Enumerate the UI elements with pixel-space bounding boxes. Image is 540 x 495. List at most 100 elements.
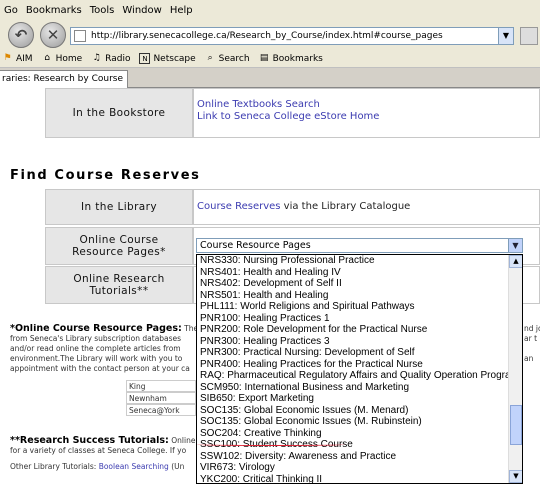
label-line: Online Research bbox=[73, 273, 165, 285]
bookmark-radio[interactable]: ♫ Radio bbox=[91, 53, 131, 64]
bookmark-netscape[interactable]: N Netscape bbox=[139, 53, 196, 64]
close-icon: ✕ bbox=[46, 26, 60, 44]
address-bar[interactable]: http://library.senecacollege.ca/Research… bbox=[70, 27, 514, 45]
bookmark-aim[interactable]: ⚑ AIM bbox=[2, 53, 33, 64]
scroll-down-icon[interactable]: ▼ bbox=[509, 470, 522, 483]
red-annotation-underline bbox=[197, 443, 345, 446]
footnote-text: and/or read online the complete articles… bbox=[10, 344, 181, 353]
netscape-icon: N bbox=[139, 53, 151, 64]
library-links: Course Reserves via the Library Catalogu… bbox=[193, 189, 540, 225]
search-icon: ⌕ bbox=[207, 53, 213, 63]
dropdown-option[interactable]: SSW102: Diversity: Awareness and Practic… bbox=[197, 451, 509, 463]
label-line: Tutorials** bbox=[89, 285, 149, 297]
footnote-text: from Seneca's Library subscription datab… bbox=[10, 334, 182, 343]
dropdown-option[interactable]: YKC200: Critical Thinking II bbox=[197, 474, 509, 484]
back-arrow-icon: ↶ bbox=[14, 26, 28, 44]
page-icon bbox=[74, 30, 86, 42]
dropdown-option[interactable]: VIR673: Virology bbox=[197, 462, 509, 474]
go-button[interactable] bbox=[520, 27, 538, 45]
menu-help[interactable]: Help bbox=[166, 5, 197, 16]
campus-row: Seneca@York bbox=[126, 404, 196, 416]
dropdown-option[interactable]: PNR200: Role Development for the Practic… bbox=[197, 324, 509, 336]
footnote-title: **Research Success Tutorials: bbox=[10, 436, 169, 446]
label-line: Resource Pages* bbox=[72, 246, 166, 258]
tab-research-by-course[interactable]: raries: Research by Course bbox=[0, 70, 128, 88]
research-tutorials-label: Online Research Tutorials** bbox=[45, 266, 193, 304]
select-value: Course Resource Pages bbox=[200, 240, 311, 251]
dropdown-option[interactable]: SCM950: International Business and Marke… bbox=[197, 382, 509, 394]
scroll-up-icon[interactable]: ▲ bbox=[509, 255, 522, 268]
menu-window[interactable]: Window bbox=[118, 5, 165, 16]
url-dropdown-button[interactable]: ▼ bbox=[498, 28, 513, 44]
dropdown-option[interactable]: PNR100: Healing Practices 1 bbox=[197, 313, 509, 325]
menu-bookmarks[interactable]: Bookmarks bbox=[22, 5, 86, 16]
bookmark-label: Bookmarks bbox=[272, 53, 323, 64]
dropdown-list: NRS330: Nursing Professional Practice NRS… bbox=[197, 255, 519, 484]
footnote-research-tutorials: **Research Success Tutorials: Online for… bbox=[10, 436, 196, 456]
label-line: Online Course bbox=[79, 234, 159, 246]
footnote-resource-pages: *Online Course Resource Pages: The from … bbox=[10, 324, 196, 374]
other-tutorials-label: Other Library Tutorials: bbox=[10, 462, 97, 471]
dropdown-option[interactable]: NRS330: Nursing Professional Practice bbox=[197, 255, 509, 267]
bookmark-label: Netscape bbox=[153, 53, 196, 64]
online-course-pages-label: Online Course Resource Pages* bbox=[45, 227, 193, 265]
footnote-text: Online bbox=[171, 436, 196, 445]
estore-link[interactable]: Link to Seneca College eStore Home bbox=[197, 111, 379, 122]
dropdown-option[interactable]: NRS401: Health and Healing IV bbox=[197, 267, 509, 279]
url-text: http://library.senecacollege.ca/Research… bbox=[91, 31, 443, 41]
bookstore-label: In the Bookstore bbox=[45, 88, 193, 138]
footnote-text: nd jo bbox=[524, 324, 540, 333]
section-title: Find Course Reserves bbox=[10, 168, 201, 183]
bookstore-links: Online Textbooks Search Link to Seneca C… bbox=[193, 88, 540, 138]
course-reserves-link[interactable]: Course Reserves bbox=[197, 201, 281, 212]
menu-go[interactable]: Go bbox=[0, 5, 22, 16]
campus-table: King Newnham Seneca@York bbox=[126, 380, 196, 416]
menu-tools[interactable]: Tools bbox=[86, 5, 119, 16]
course-pages-dropdown: NRS330: Nursing Professional Practice NRS… bbox=[196, 254, 523, 484]
dropdown-option[interactable]: PNR400: Healing Practices for the Practi… bbox=[197, 359, 509, 371]
dropdown-option[interactable]: PNR300: Practical Nursing: Development o… bbox=[197, 347, 509, 359]
dropdown-scrollbar[interactable]: ▲ ▼ bbox=[508, 255, 522, 483]
page-content: In the Bookstore Online Textbooks Search… bbox=[0, 88, 540, 495]
bookmark-label: AIM bbox=[16, 53, 33, 64]
other-tutorials-suffix: (Un bbox=[171, 462, 185, 471]
footnote-text: an bbox=[524, 354, 534, 363]
dropdown-option[interactable]: SOC135: Global Economic Issues (M. Menar… bbox=[197, 405, 509, 417]
bookmark-search[interactable]: ⌕ Search bbox=[205, 53, 250, 64]
footnote-text: environment.The Library will work with y… bbox=[10, 354, 183, 363]
scroll-thumb[interactable] bbox=[510, 405, 522, 445]
dropdown-option[interactable]: SOC135: Global Economic Issues (M. Rubin… bbox=[197, 416, 509, 428]
bookmark-folder[interactable]: ▤ Bookmarks bbox=[259, 53, 323, 64]
footnote-text: appointment with the contact person at y… bbox=[10, 364, 190, 373]
footnote-text: ar t bbox=[524, 334, 538, 343]
footnote-text: The bbox=[184, 324, 196, 333]
dropdown-option[interactable]: SIB650: Export Marketing bbox=[197, 393, 509, 405]
dropdown-option[interactable]: RAQ: Pharmaceutical Regulatory Affairs a… bbox=[197, 370, 519, 382]
campus-row: King bbox=[126, 380, 196, 392]
aim-icon: ⚑ bbox=[3, 53, 12, 63]
tab-bar: raries: Research by Course bbox=[0, 68, 540, 88]
course-pages-select[interactable]: Course Resource Pages ▼ bbox=[196, 238, 523, 253]
bookmark-label: Home bbox=[55, 53, 83, 64]
back-button[interactable]: ↶ bbox=[8, 22, 34, 48]
bookmark-label: Radio bbox=[105, 53, 131, 64]
radio-icon: ♫ bbox=[92, 53, 101, 63]
dropdown-option[interactable]: PHL111: World Religions and Spiritual Pa… bbox=[197, 301, 509, 313]
dropdown-option[interactable]: NRS501: Health and Healing bbox=[197, 290, 509, 302]
chevron-down-icon[interactable]: ▼ bbox=[508, 239, 522, 252]
folder-icon: ▤ bbox=[259, 53, 269, 63]
dropdown-option[interactable]: SOC204: Creative Thinking bbox=[197, 428, 509, 440]
stop-button[interactable]: ✕ bbox=[40, 22, 66, 48]
home-icon: ⌂ bbox=[44, 53, 50, 63]
library-suffix: via the Library Catalogue bbox=[280, 201, 411, 212]
menu-bar: Go Bookmarks Tools Window Help bbox=[0, 0, 540, 20]
bookmark-home[interactable]: ⌂ Home bbox=[42, 53, 83, 64]
bookmark-label: Search bbox=[218, 53, 250, 64]
online-textbooks-link[interactable]: Online Textbooks Search bbox=[197, 99, 320, 110]
boolean-searching-link[interactable]: Boolean Searching bbox=[99, 462, 169, 471]
footnote-title: *Online Course Resource Pages: bbox=[10, 324, 182, 334]
dropdown-option[interactable]: PNR300: Healing Practices 3 bbox=[197, 336, 509, 348]
bookmarks-toolbar: ⚑ AIM ⌂ Home ♫ Radio N Netscape ⌕ Search ▤ Boo… bbox=[0, 50, 540, 68]
dropdown-option[interactable]: NRS402: Development of Self II bbox=[197, 278, 509, 290]
footnote-right-overflow: nd jo ar t an bbox=[524, 324, 540, 364]
